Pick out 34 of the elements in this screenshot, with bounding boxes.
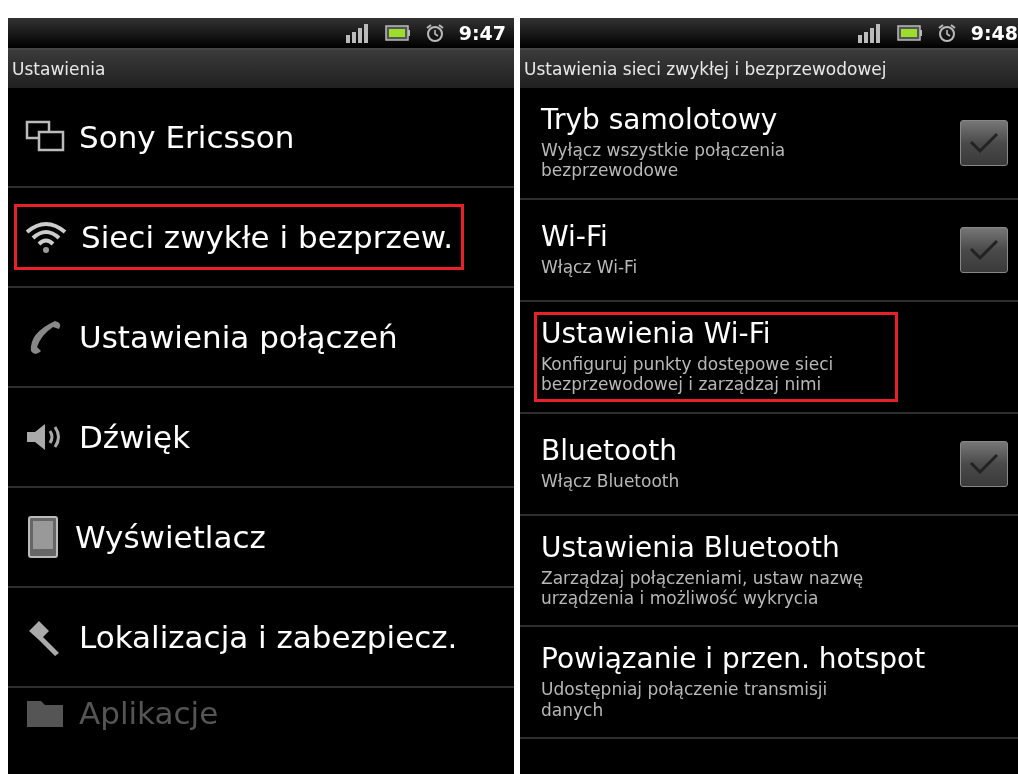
setting-summary: Wyłącz wszystkie połączenia bezprzewodowe: [541, 140, 787, 181]
menu-item[interactable]: Dźwięk: [79, 419, 191, 455]
alarm-clock-icon: [424, 23, 445, 43]
menu-item[interactable]: Sieci zwykłe i bezprzew.: [81, 219, 454, 255]
checkbox[interactable]: [960, 119, 1008, 166]
status-time: 9:47: [458, 22, 506, 44]
wifi-icon: [25, 220, 67, 254]
setting-title[interactable]: Bluetooth: [541, 433, 680, 467]
signal-icon: [344, 23, 371, 43]
setting-summary: Włącz Bluetooth: [541, 470, 680, 492]
signal-icon: [856, 23, 883, 43]
setting-title[interactable]: Tryb samolotowy: [541, 103, 891, 136]
menu-item[interactable]: Lokalizacja i zabezpiecz.: [79, 619, 458, 655]
menu-item[interactable]: Wyświetlacz: [75, 519, 266, 555]
battery-icon: [384, 24, 411, 42]
battery-icon: [896, 24, 923, 42]
checkbox[interactable]: [960, 440, 1008, 487]
setting-title[interactable]: Ustawienia Bluetooth: [541, 530, 891, 564]
tablet-icon: [25, 516, 61, 558]
screen-title: Ustawienia sieci zwykłej i bezprzewodowej: [524, 59, 887, 79]
setting-summary: Konfiguruj punkty dostępowe sieci bezprzewodowej i zarządzaj nimi: [541, 353, 835, 395]
setting-title[interactable]: Powiązanie i przen. hotspot: [541, 642, 926, 676]
alarm-clock-icon: [936, 23, 957, 43]
menu-item[interactable]: Sony Ericsson: [79, 119, 295, 155]
overlapping-windows-icon: [25, 120, 65, 154]
checkbox[interactable]: [960, 226, 1008, 273]
menu-item[interactable]: Ustawienia połączeń: [79, 319, 398, 355]
setting-summary: Zarządzaj połączeniami, ustaw nazwę urządzenia i możliwość wykrycia: [541, 567, 865, 609]
setting-title[interactable]: Wi-Fi: [541, 220, 638, 254]
setting-title[interactable]: Ustawienia Wi-Fi: [541, 316, 891, 350]
setting-summary: Włącz Wi-Fi: [541, 257, 638, 278]
setting-summary: Udostępniaj połączenie transmisji danych: [541, 679, 829, 721]
status-time: 9:48: [970, 22, 1018, 44]
screen-title: Ustawienia: [12, 59, 106, 79]
